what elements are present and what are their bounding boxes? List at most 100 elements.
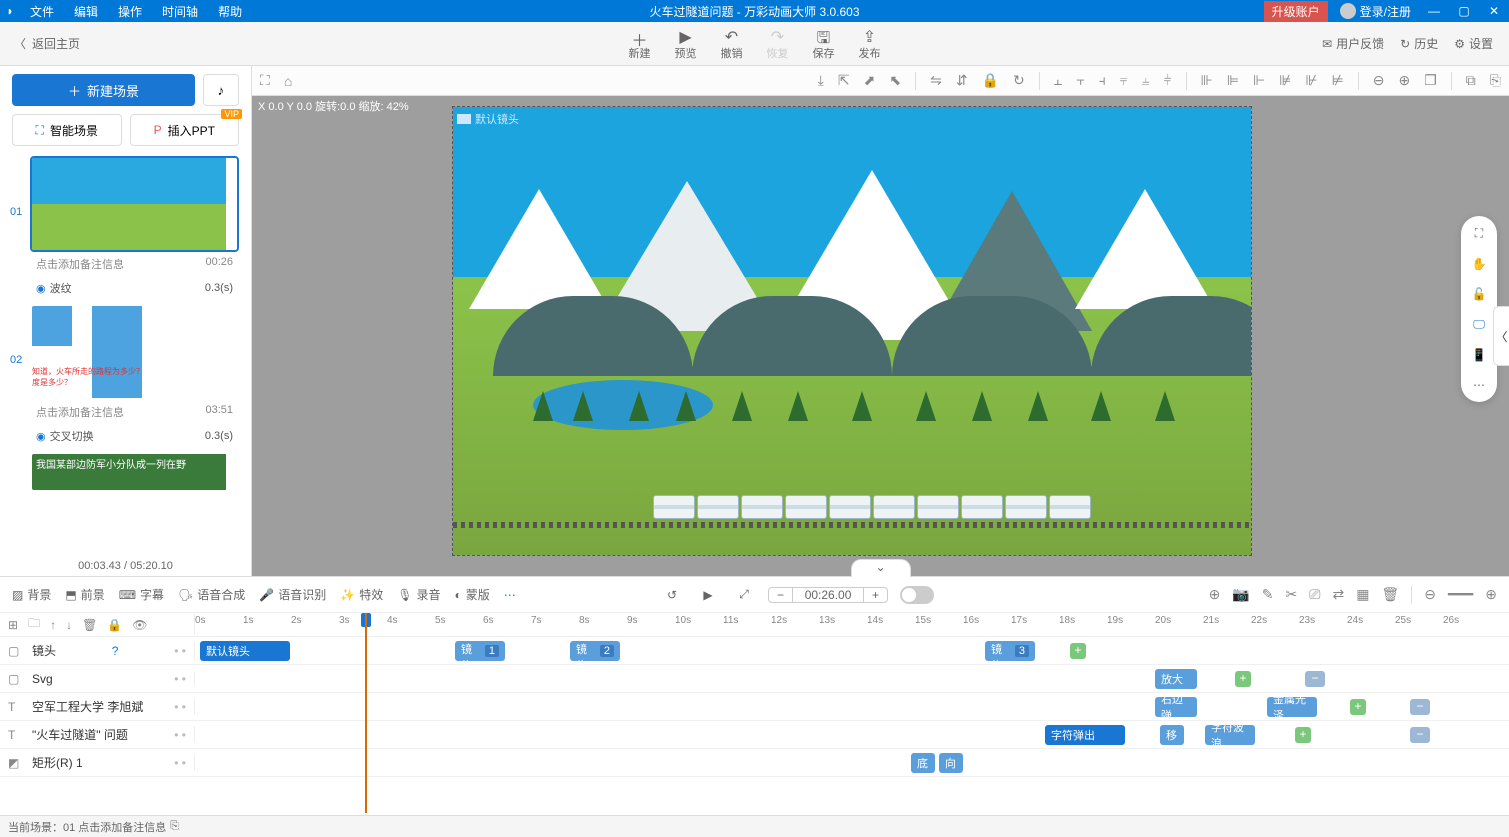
tl-filter-icon[interactable]: ⎚ xyxy=(1309,586,1320,603)
remove-keyframe-button[interactable]: − xyxy=(1410,699,1430,715)
scene-thumbnail[interactable] xyxy=(30,156,239,252)
zoom-in-icon[interactable]: ⊕ xyxy=(1399,72,1411,89)
remove-keyframe-button[interactable]: − xyxy=(1410,727,1430,743)
more-icon[interactable]: ⋯ xyxy=(1473,378,1485,392)
distribute-icon[interactable]: ⊪ xyxy=(1201,72,1213,89)
menu-help[interactable]: 帮助 xyxy=(208,3,252,20)
window-close-button[interactable]: ✕ xyxy=(1479,4,1509,18)
folder-icon[interactable]: 🗀 xyxy=(28,614,40,635)
more-tools-button[interactable]: ⋯ xyxy=(504,588,516,602)
time-value[interactable]: 00:26.00 xyxy=(793,588,863,602)
up-icon[interactable]: ↑ xyxy=(50,618,56,632)
lock-icon[interactable]: 🔒 xyxy=(107,618,122,632)
fullscreen-icon[interactable]: ⛶ xyxy=(1475,226,1483,241)
track-body[interactable]: 底向 xyxy=(195,749,1509,776)
paste-icon[interactable]: ⎘ xyxy=(1490,72,1501,89)
play-button[interactable]: ▶ xyxy=(696,583,720,607)
timeline-clip[interactable]: 放大 xyxy=(1155,669,1197,689)
distribute-icon[interactable]: ⊭ xyxy=(1332,72,1344,89)
settings-button[interactable]: ⚙设置 xyxy=(1454,35,1493,52)
home-icon[interactable]: ⌂ xyxy=(284,73,292,89)
scene-note[interactable]: 点击添加备注信息 xyxy=(36,404,124,420)
tl-tool-icon[interactable]: ⊕ xyxy=(1209,586,1221,603)
stage[interactable]: 默认镜头 xyxy=(453,107,1251,555)
align-left-icon[interactable]: ⫠ xyxy=(1054,72,1062,89)
distribute-icon[interactable]: ⊮ xyxy=(1305,72,1317,89)
track-label[interactable]: ▢镜头?• • xyxy=(0,642,195,659)
tl-slider-icon[interactable]: ━━━ xyxy=(1448,586,1473,603)
timeline-clip[interactable]: 金属光泽 xyxy=(1267,697,1317,717)
publish-button[interactable]: ⇪发布 xyxy=(859,27,881,61)
copy-icon[interactable]: ⧉ xyxy=(1466,72,1476,89)
tts-button[interactable]: 🗣语音合成 xyxy=(178,586,245,603)
timeline-clip[interactable]: 默认镜头 xyxy=(200,641,290,661)
login-button[interactable]: 登录/注册 xyxy=(1332,3,1419,20)
add-keyframe-button[interactable]: + xyxy=(1070,643,1086,659)
remove-keyframe-button[interactable]: − xyxy=(1305,671,1325,687)
record-button[interactable]: 🎙录音 xyxy=(397,586,440,603)
track-label[interactable]: ◩矩形(R) 1• • xyxy=(0,754,195,771)
flip-v-icon[interactable]: ⇵ xyxy=(956,72,968,89)
mask-button[interactable]: ◐蒙版 xyxy=(455,586,490,603)
history-button[interactable]: ↻历史 xyxy=(1400,35,1438,52)
distribute-icon[interactable]: ⊯ xyxy=(1279,72,1291,89)
align-top-icon[interactable]: ⫧ xyxy=(1120,72,1128,89)
timeline-clip[interactable]: 底 xyxy=(911,753,935,773)
timeline-clip[interactable]: 右边弹 xyxy=(1155,697,1197,717)
foreground-button[interactable]: ⬒前景 xyxy=(65,586,104,603)
scene-note[interactable]: 点击添加备注信息 xyxy=(36,256,124,272)
subtitle-button[interactable]: ⌨字幕 xyxy=(119,586,164,603)
preview-button[interactable]: ▶预览 xyxy=(675,27,697,61)
timeline-clip[interactable]: 移 xyxy=(1160,725,1184,745)
scene-item[interactable]: 01 点击添加备注信息00:26 ◉波纹0.3(s) xyxy=(12,156,239,300)
time-increase-button[interactable]: + xyxy=(863,588,887,602)
music-button[interactable]: ♪ xyxy=(203,74,239,106)
track-label[interactable]: ▢Svg• • xyxy=(0,672,195,686)
distribute-icon[interactable]: ⊫ xyxy=(1227,72,1239,89)
scene-thumbnail[interactable]: 我国某部边防军小分队成一列在野 xyxy=(30,452,239,492)
lock-icon[interactable]: 🔒 xyxy=(982,72,999,89)
align-icon[interactable]: ⤓ xyxy=(818,72,824,89)
timeline-clip[interactable]: 字符弹出 xyxy=(1045,725,1125,745)
add-keyframe-button[interactable]: + xyxy=(1295,727,1311,743)
undo-button[interactable]: ↶撤销 xyxy=(721,27,743,61)
add-keyframe-button[interactable]: + xyxy=(1235,671,1251,687)
zoom-out-icon[interactable]: ⊖ xyxy=(1373,72,1385,89)
time-decrease-button[interactable]: − xyxy=(769,588,793,602)
track-label[interactable]: T空军工程大学 李旭斌• • xyxy=(0,698,195,715)
flip-h-icon[interactable]: ⇋ xyxy=(930,72,942,89)
scene-thumbnail[interactable]: 知道，火车所走的路程为多少？度是多少？ xyxy=(30,304,239,400)
monitor-icon[interactable]: 🖵 xyxy=(1473,317,1485,332)
timeline-clip[interactable]: 2 镜头2 xyxy=(570,641,620,661)
feedback-button[interactable]: ✉用户反馈 xyxy=(1322,35,1384,52)
asr-button[interactable]: 🎤语音识别 xyxy=(259,586,326,603)
collapse-canvas-button[interactable]: ⌄ xyxy=(851,559,911,577)
track-label[interactable]: T"火车过隧道" 问题• • xyxy=(0,726,195,743)
scene-item[interactable]: 02 知道，火车所走的路程为多少？度是多少？ 点击添加备注信息03:51 ◉交叉… xyxy=(12,304,239,448)
window-minimize-button[interactable]: — xyxy=(1419,4,1449,18)
background-button[interactable]: ▨背景 xyxy=(12,586,51,603)
hand-icon[interactable]: ✋ xyxy=(1472,257,1487,271)
timeline-clip[interactable]: 1 镜头1 xyxy=(455,641,505,661)
timeline-clip[interactable]: 3 镜头3 xyxy=(985,641,1035,661)
rotate-icon[interactable]: ↻ xyxy=(1013,72,1025,89)
insert-ppt-button[interactable]: P插入PPTVIP xyxy=(130,114,240,146)
align-icon[interactable]: ⬈ xyxy=(864,72,876,89)
down-icon[interactable]: ↓ xyxy=(66,618,72,632)
add-track-icon[interactable]: ⊞ xyxy=(8,618,18,632)
timeline-clip[interactable]: 向 xyxy=(939,753,963,773)
expand-button[interactable]: ⤢ xyxy=(732,583,756,607)
align-icon[interactable]: ⬉ xyxy=(889,72,901,89)
camera-tag[interactable]: 默认镜头 xyxy=(457,111,519,127)
window-maximize-button[interactable]: ▢ xyxy=(1449,4,1479,18)
menu-file[interactable]: 文件 xyxy=(20,3,64,20)
redo-button[interactable]: ↷恢复 xyxy=(767,27,789,61)
track-body[interactable]: + 默认镜头 1 镜头1 2 镜头2 3 镜头3 xyxy=(195,637,1509,664)
stage-frame[interactable]: 默认镜头 xyxy=(452,106,1252,556)
camera-tool-icon[interactable]: ⛶ xyxy=(260,72,270,89)
track-body[interactable]: + − 右边弹金属光泽 xyxy=(195,693,1509,720)
tl-group-icon[interactable]: ▦ xyxy=(1356,586,1369,603)
track-body[interactable]: + − 放大 xyxy=(195,665,1509,692)
time-ruler[interactable]: 0s1s2s3s4s5s6s7s8s9s10s11s12s13s14s15s16… xyxy=(195,613,1509,636)
menu-edit[interactable]: 编辑 xyxy=(64,3,108,20)
